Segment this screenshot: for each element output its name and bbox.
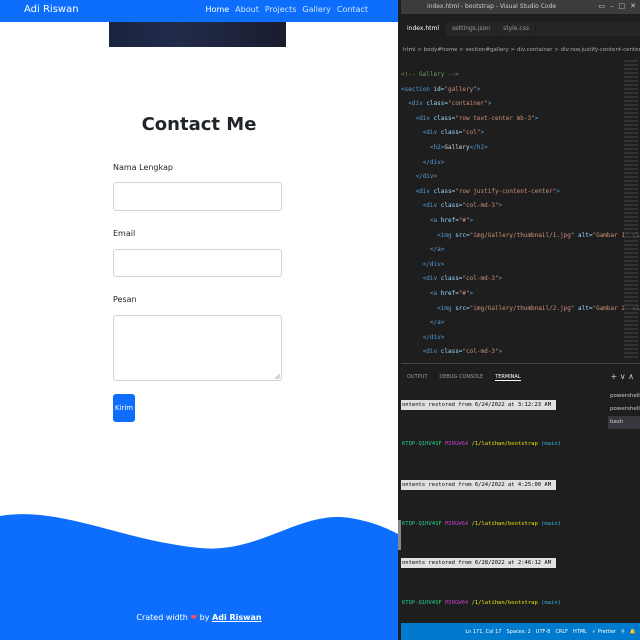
bottom-panel: OUTPUT DEBUG CONSOLE TERMINAL + ∨ ∧ onte…	[401, 363, 640, 623]
contact-title: Contact Me	[141, 114, 257, 135]
terminal-prompt: KTOP-Q1HV4SF MINGW64 /1/latihan/bootstra…	[402, 600, 561, 606]
footer-prefix: Crated width	[136, 613, 188, 622]
code-line[interactable]: <div class="col">	[401, 126, 640, 141]
close-icon[interactable]: ✕	[630, 2, 636, 10]
status-spaces[interactable]: Spaces: 2	[506, 629, 530, 635]
code-line[interactable]: <div class="col-md-3">	[401, 199, 640, 214]
prompt-host: KTOP-Q1HV4SF	[402, 441, 442, 447]
code-line[interactable]: <div class="row text-center mb-3">	[401, 112, 640, 127]
panel-tabs: OUTPUT DEBUG CONSOLE TERMINAL	[407, 374, 521, 381]
code-line[interactable]: <a href="#">	[401, 214, 640, 229]
panel-controls[interactable]: + ∨ ∧	[611, 372, 635, 381]
editor-tabs: index.html settings.json style.css	[401, 22, 640, 36]
name-label: Nama Lengkap	[113, 163, 173, 172]
message-label: Pesan	[113, 295, 137, 304]
navbar: Adi Riswan Home About Projects Gallery C…	[0, 0, 398, 22]
status-bar: Ln 171, Col 17 Spaces: 2 UTF-8 CRLF HTML…	[401, 623, 640, 640]
terminal-prompt: KTOP-Q1HV4SF MINGW64 /1/latihan/bootstra…	[402, 441, 561, 447]
footer-credit: Crated width ❤ by Adi Riswan	[0, 613, 398, 622]
terminal-restored-line: ontents restored from 6/28/2022 at 2:46:…	[401, 558, 556, 568]
status-cursor-position[interactable]: Ln 171, Col 17	[465, 629, 501, 635]
code-line[interactable]: </div>	[401, 170, 640, 185]
code-line[interactable]: <!-- Gallery -->	[401, 68, 640, 83]
tab-debug-console[interactable]: DEBUG CONSOLE	[439, 374, 483, 381]
prompt-branch: (main)	[541, 600, 561, 606]
tab-index-html[interactable]: index.html	[401, 22, 446, 36]
code-line[interactable]: <div class="col-md-3">	[401, 272, 640, 287]
vscode-window: index.html - bootstrap - Visual Studio C…	[401, 0, 640, 640]
code-line[interactable]: <section id="gallery">	[401, 83, 640, 98]
brand-link[interactable]: Adi Riswan	[24, 4, 79, 15]
screen: Adi Riswan Home About Projects Gallery C…	[0, 0, 640, 640]
prompt-branch: (main)	[541, 521, 561, 527]
status-encoding[interactable]: UTF-8	[536, 629, 551, 635]
code-line[interactable]: <div class="col-md-3">	[401, 345, 640, 360]
minimap[interactable]	[624, 60, 638, 360]
terminal-prompt: KTOP-Q1HV4SF MINGW64 /1/latihan/bootstra…	[402, 521, 561, 527]
code-line[interactable]: <div class="container">	[401, 97, 640, 112]
minimize-icon[interactable]: –	[610, 2, 614, 10]
terminal-bash[interactable]: bash	[608, 416, 640, 429]
bell-icon[interactable]: 🔔	[630, 629, 636, 635]
message-textarea[interactable]	[113, 315, 282, 381]
code-line[interactable]: </div>	[401, 156, 640, 171]
nav-about[interactable]: About	[235, 5, 259, 14]
window-title: index.html - bootstrap - Visual Studio C…	[427, 3, 557, 10]
heart-icon: ❤	[190, 613, 198, 622]
send-button[interactable]: Kirim	[113, 394, 135, 422]
code-line[interactable]: </div>	[401, 258, 640, 273]
tab-settings-json[interactable]: settings.json	[446, 22, 498, 36]
layout-icon[interactable]: ▭	[598, 2, 605, 10]
tab-terminal[interactable]: TERMINAL	[495, 374, 521, 381]
email-input[interactable]	[113, 249, 282, 277]
maximize-icon[interactable]: □	[619, 2, 626, 10]
code-line[interactable]: </div>	[401, 331, 640, 346]
nav-gallery[interactable]: Gallery	[302, 5, 331, 14]
email-label: Email	[113, 229, 136, 238]
prompt-system: MINGW64	[445, 521, 469, 527]
resize-grip-icon[interactable]	[275, 374, 280, 379]
code-editor[interactable]: <!-- Gallery --> <section id="gallery"> <…	[401, 68, 640, 363]
footer-author-link[interactable]: Adi Riswan	[212, 613, 262, 622]
feedback-icon[interactable]: ⚲	[621, 629, 625, 635]
nav-links: Home About Projects Gallery Contact	[206, 5, 368, 14]
status-eol[interactable]: CRLF	[555, 629, 568, 635]
prompt-system: MINGW64	[445, 441, 469, 447]
gallery-image-bottom[interactable]	[109, 22, 286, 47]
terminal-restored-line: ontents restored from 6/24/2022 at 4:25:…	[401, 480, 556, 490]
prompt-branch: (main)	[541, 441, 561, 447]
prompt-system: MINGW64	[445, 600, 469, 606]
terminal-powershell-2[interactable]: powershell	[608, 403, 640, 416]
code-line[interactable]: <a href="#">	[401, 287, 640, 302]
footer-by: by	[199, 613, 210, 622]
window-controls: ▭ – □ ✕	[598, 2, 636, 10]
code-line[interactable]: </a>	[401, 316, 640, 331]
breadcrumb[interactable]: html > body#home > section#gallery > div…	[401, 47, 640, 59]
status-prettier[interactable]: ✓ Prettier	[592, 629, 616, 635]
code-line[interactable]: <img src="img/Gallery/thumbnail/1.jpg" a…	[401, 229, 640, 244]
code-line[interactable]: <img src="img/Gallery/thumbnail/2.jpg" a…	[401, 302, 640, 317]
terminal-restored-line: ontents restored from 6/24/2022 at 3:12:…	[401, 400, 556, 410]
prompt-host: KTOP-Q1HV4SF	[402, 600, 442, 606]
nav-contact[interactable]: Contact	[337, 5, 368, 14]
prompt-path: /1/latihan/bootstrap	[471, 441, 538, 447]
tab-style-css[interactable]: style.css	[497, 22, 536, 36]
name-input[interactable]	[113, 182, 282, 211]
prompt-path: /1/latihan/bootstrap	[471, 521, 538, 527]
titlebar: index.html - bootstrap - Visual Studio C…	[401, 0, 640, 14]
nav-projects[interactable]: Projects	[265, 5, 297, 14]
terminal-powershell-1[interactable]: powershell	[608, 390, 640, 403]
code-line[interactable]: <h2>Gallery</h2>	[401, 141, 640, 156]
status-language[interactable]: HTML	[573, 629, 587, 635]
terminal-list: powershell powershell bash	[608, 390, 640, 429]
terminal-output[interactable]: ontents restored from 6/24/2022 at 3:12:…	[401, 394, 606, 624]
tab-output[interactable]: OUTPUT	[407, 374, 427, 381]
code-line[interactable]: </a>	[401, 243, 640, 258]
browser-viewport: Adi Riswan Home About Projects Gallery C…	[0, 0, 398, 640]
code-line[interactable]: <div class="row justify-content-center">	[401, 185, 640, 200]
nav-home[interactable]: Home	[206, 5, 230, 14]
prompt-host: KTOP-Q1HV4SF	[402, 521, 442, 527]
prompt-path: /1/latihan/bootstrap	[471, 600, 538, 606]
